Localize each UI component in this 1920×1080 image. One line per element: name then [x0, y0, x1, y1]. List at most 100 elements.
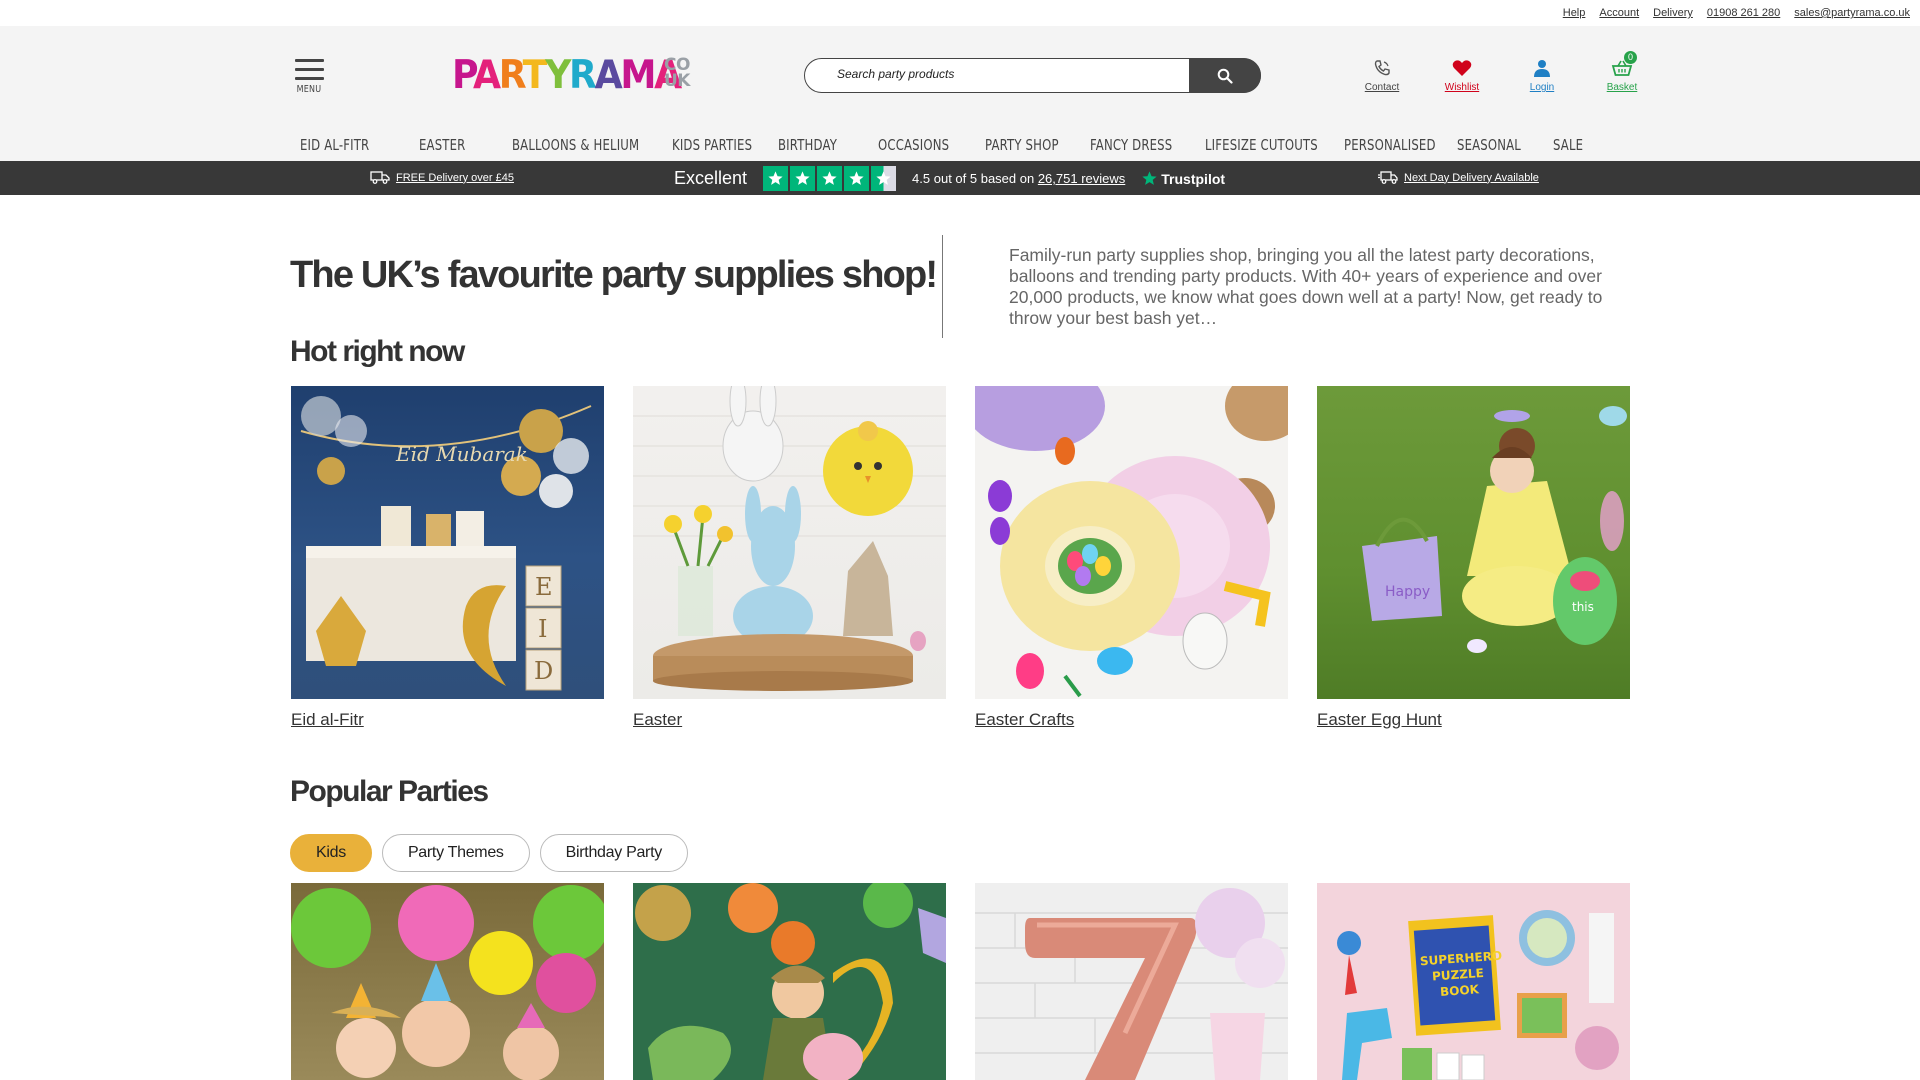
star-icon [844, 166, 870, 191]
contact-button[interactable]: Contact [1352, 54, 1412, 93]
logo-domain-suffix: CO UK [664, 55, 690, 91]
hamburger-icon [292, 59, 326, 80]
login-label: Login [1529, 82, 1555, 93]
utility-links: Help Account Delivery 01908 261 280 sale… [1563, 7, 1910, 19]
nav-item-easter[interactable]: EASTER [419, 136, 465, 154]
popular-section-title: Popular Parties [290, 775, 489, 808]
easter-crafts-image [975, 386, 1288, 699]
phone-link[interactable]: 01908 261 280 [1707, 7, 1780, 19]
nav-item-eid[interactable]: EID AL-FITR [300, 136, 369, 154]
popular-cards: SUPERHERO PUZZLE BOOK [291, 883, 1630, 1080]
basket-count-badge: 0 [1624, 51, 1637, 64]
trustpilot-widget[interactable]: Excellent 4.5 out of 5 based on 26,751 r… [674, 166, 1225, 191]
trustpilot-logo: Trustpilot [1141, 170, 1225, 187]
search-input[interactable] [837, 67, 1177, 81]
svg-text:this: this [1572, 600, 1594, 614]
party-card[interactable]: SUPERHERO PUZZLE BOOK [1317, 883, 1630, 1080]
star-icon [817, 166, 843, 191]
category-card-egg-hunt[interactable]: Happy this Easter Egg Hunt [1317, 386, 1630, 730]
search-icon [1217, 68, 1233, 84]
header-icons: Contact Wishlist Login 0 Basket [1352, 51, 1652, 104]
party-card[interactable] [291, 883, 604, 1080]
account-link[interactable]: Account [1599, 7, 1639, 19]
nav-item-sale[interactable]: SALE [1553, 136, 1583, 154]
intro-description: Family-run party supplies shop, bringing… [1009, 245, 1603, 328]
trustpilot-rating-text: 4.5 out of 5 based on 26,751 reviews [912, 171, 1126, 186]
dinosaur-party-image [633, 883, 946, 1080]
menu-label: MENU [296, 84, 322, 95]
card-caption: Easter [633, 710, 683, 729]
eid-party-image: Eid Mubarak E I D [291, 386, 604, 699]
fast-delivery-icon [1378, 171, 1398, 184]
number-balloon-image [975, 883, 1288, 1080]
intro-divider [942, 235, 943, 338]
wishlist-label: Wishlist [1444, 82, 1480, 93]
basket-label: Basket [1606, 82, 1638, 93]
popular-tabs: Kids Party Themes Birthday Party [290, 834, 688, 872]
svg-text:BOOK: BOOK [1440, 982, 1480, 999]
site-logo[interactable]: PARTYRAMA CO UK [452, 54, 697, 98]
category-card-eid[interactable]: Eid Mubarak E I D Eid al-Fitr [291, 386, 604, 730]
nav-item-balloons[interactable]: BALLOONS & HELIUM [512, 136, 639, 154]
card-caption: Easter Egg Hunt [1317, 710, 1442, 729]
logo-wordmark: PARTYRAMA [452, 53, 682, 98]
nav-item-party-shop[interactable]: PARTY SHOP [985, 136, 1059, 154]
site-header: MENU PARTYRAMA COUK Contact Wishlist Log… [0, 26, 1920, 161]
heart-icon [1452, 60, 1472, 76]
half-star-icon [871, 166, 897, 191]
card-caption: Eid al-Fitr [291, 710, 364, 729]
nav-item-birthday[interactable]: BIRTHDAY [778, 136, 837, 154]
page-title: The UK’s favourite party supplies shop! [290, 254, 938, 296]
tab-party-themes[interactable]: Party Themes [381, 834, 530, 872]
nav-item-kids-parties[interactable]: KIDS PARTIES [672, 136, 752, 154]
trustpilot-excellent: Excellent [674, 168, 748, 188]
free-delivery-notice: FREE Delivery over £45 [370, 171, 514, 184]
category-card-easter[interactable]: Easter [633, 386, 946, 730]
wishlist-button[interactable]: Wishlist [1432, 54, 1492, 93]
basket-button[interactable]: 0 Basket [1592, 51, 1652, 93]
search-bar [804, 58, 1261, 93]
nav-item-occasions[interactable]: OCCASIONS [878, 136, 949, 154]
menu-button[interactable]: MENU [292, 59, 326, 95]
tab-birthday-party[interactable]: Birthday Party [539, 834, 688, 872]
nav-item-personalised[interactable]: PERSONALISED [1344, 136, 1436, 154]
user-icon [1534, 60, 1550, 77]
phone-icon [1374, 60, 1390, 76]
star-icon [763, 166, 789, 191]
delivery-truck-icon [370, 171, 390, 184]
delivery-link[interactable]: Delivery [1653, 7, 1693, 19]
trustpilot-stars [763, 166, 897, 191]
search-button[interactable] [1189, 58, 1261, 93]
svg-text:E: E [535, 573, 553, 601]
nav-item-lifesize[interactable]: LIFESIZE CUTOUTS [1205, 136, 1318, 154]
party-card[interactable] [633, 883, 946, 1080]
reviews-link[interactable]: 26,751 reviews [1038, 171, 1125, 186]
egg-hunt-image: Happy this [1317, 386, 1630, 699]
category-card-easter-crafts[interactable]: Easter Crafts [975, 386, 1288, 730]
trustpilot-star-icon [1142, 171, 1157, 185]
star-icon [790, 166, 816, 191]
svg-text:Happy: Happy [1385, 584, 1430, 600]
next-day-notice: Next Day Delivery Available [1378, 171, 1539, 184]
easter-decor-image [633, 386, 946, 699]
contact-label: Contact [1364, 82, 1400, 93]
nav-item-seasonal[interactable]: SEASONAL [1457, 136, 1521, 154]
free-delivery-link[interactable]: FREE Delivery over £45 [396, 172, 514, 184]
hot-cards: Eid Mubarak E I D Eid al-Fitr Easter Eas… [291, 386, 1630, 730]
tab-kids[interactable]: Kids [290, 834, 372, 872]
next-day-link[interactable]: Next Day Delivery Available [1404, 172, 1539, 184]
card-caption: Easter Crafts [975, 710, 1075, 729]
nav-item-fancy-dress[interactable]: FANCY DRESS [1090, 136, 1172, 154]
kids-party-image [291, 883, 604, 1080]
help-link[interactable]: Help [1563, 7, 1586, 19]
trust-bar: FREE Delivery over £45 Excellent 4.5 out… [0, 161, 1920, 195]
superhero-party-image: SUPERHERO PUZZLE BOOK [1317, 883, 1630, 1080]
hot-section-title: Hot right now [290, 335, 465, 368]
email-link[interactable]: sales@partyrama.co.uk [1794, 7, 1910, 19]
utility-bar: Help Account Delivery 01908 261 280 sale… [0, 0, 1920, 26]
svg-text:I: I [538, 615, 547, 643]
login-button[interactable]: Login [1512, 54, 1572, 93]
svg-text:D: D [534, 657, 553, 685]
party-card[interactable] [975, 883, 1288, 1080]
svg-text:Eid Mubarak: Eid Mubarak [395, 442, 528, 466]
